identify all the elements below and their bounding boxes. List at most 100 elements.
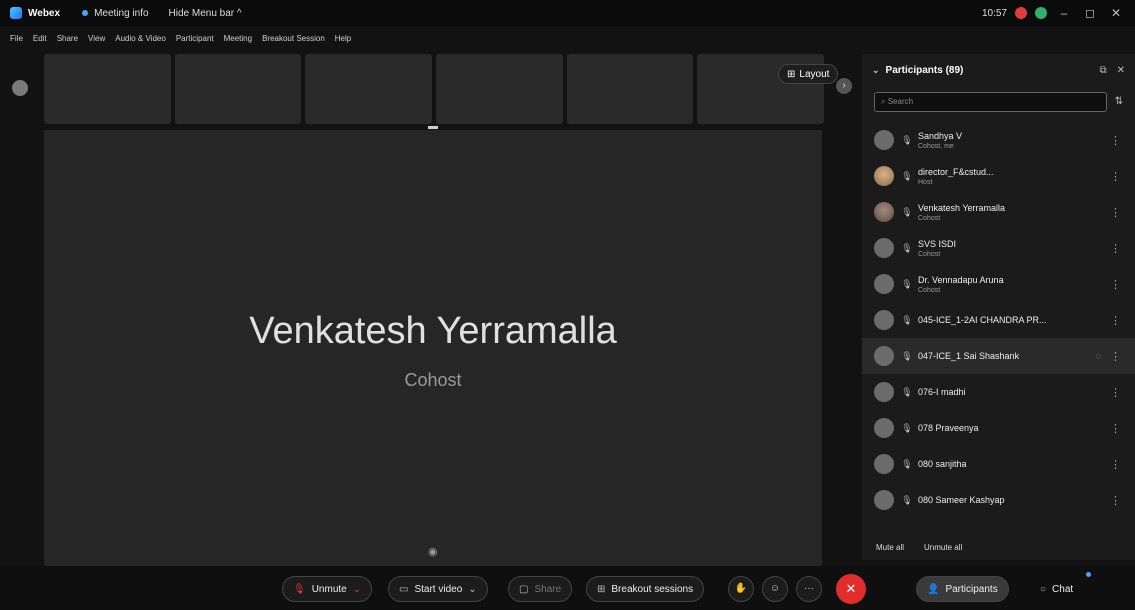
recording-icon[interactable] <box>1015 7 1027 19</box>
menu-file[interactable]: File <box>10 34 23 48</box>
menu-participant[interactable]: Participant <box>176 34 214 48</box>
more-options-icon[interactable]: ⋮ <box>1110 350 1121 363</box>
chevron-down-icon[interactable]: ⌄ <box>468 584 476 595</box>
menu-audio-video[interactable]: Audio & Video <box>115 34 166 48</box>
more-options-icon[interactable]: ⋮ <box>1110 170 1121 183</box>
close-panel-icon[interactable]: ✕ <box>1117 65 1125 76</box>
participant-row[interactable]: 🎙 078 Praveenya ⋮ <box>862 410 1135 446</box>
avatar <box>874 382 894 402</box>
collapse-chevron-icon[interactable]: ⌄ <box>872 65 880 76</box>
search-placeholder: Search <box>887 97 914 106</box>
more-options-icon[interactable]: ⋮ <box>1110 314 1121 327</box>
breakout-sessions-button[interactable]: ⊞ Breakout sessions <box>586 576 705 602</box>
layout-icon: ⊞ <box>787 68 796 80</box>
more-options-icon[interactable]: ⋮ <box>1110 206 1121 219</box>
mic-muted-icon: 🎙 <box>901 278 913 289</box>
minimize-icon[interactable]: – <box>1055 6 1073 20</box>
participant-search-input[interactable]: ⌕ Search <box>874 92 1107 112</box>
participant-name: 076-I madhi <box>918 387 966 397</box>
video-icon[interactable]: ◌ <box>1096 351 1101 361</box>
participants-panel: ⌄ Participants (89) ⧉ ✕ ⌕ Search ⇅ 🎙 San… <box>862 54 1135 560</box>
meeting-controls-bar: 🎙 Unmute ⌄ ▭ Start video ⌄ ▢ Share ⊞ Bre… <box>0 566 1135 610</box>
webex-window: Webex Meeting info Hide Menu bar ^ 10:57… <box>0 0 1135 610</box>
participant-thumbnail-strip <box>44 54 825 124</box>
participant-thumbnail[interactable] <box>436 54 563 124</box>
mic-muted-icon: 🎙 <box>901 170 913 181</box>
mic-icon: 🎙 <box>901 350 913 361</box>
more-options-icon[interactable]: ⋮ <box>1110 134 1121 147</box>
more-options-icon[interactable]: ⋮ <box>1110 422 1121 435</box>
participant-row[interactable]: 🎙 SVS ISDI Cohost ⋮ <box>862 230 1135 266</box>
share-button[interactable]: ▢ Share <box>508 576 573 602</box>
mute-all-button[interactable]: Mute all <box>876 543 904 552</box>
app-name: Webex <box>28 7 61 19</box>
sort-icon[interactable]: ⇅ <box>1115 96 1123 107</box>
more-options-icon[interactable]: ⋮ <box>1110 386 1121 399</box>
participant-role: Host <box>918 178 933 186</box>
start-video-button[interactable]: ▭ Start video ⌄ <box>388 576 488 602</box>
hide-menu-bar-button[interactable]: Hide Menu bar ^ <box>169 8 242 19</box>
participants-title: Participants (89) <box>885 64 964 76</box>
menu-meeting[interactable]: Meeting <box>224 34 252 48</box>
strip-prev-icon[interactable] <box>12 80 28 96</box>
participant-row[interactable]: 🎙 080 sanjitha ⋮ <box>862 446 1135 482</box>
participant-name: Venkatesh Yerramalla <box>918 202 1006 213</box>
maximize-icon[interactable]: ◻ <box>1081 6 1099 20</box>
speaker-role: Cohost <box>404 370 462 390</box>
status-icon[interactable] <box>1035 7 1047 19</box>
more-options-icon[interactable]: ⋮ <box>1110 242 1121 255</box>
participant-row[interactable]: 🎙 director_F&cstud... Host ⋮ <box>862 158 1135 194</box>
mic-muted-icon: 🎙 <box>293 583 306 595</box>
strip-next-icon[interactable]: › <box>836 78 852 94</box>
chat-button[interactable]: ○ Chat <box>1030 576 1083 602</box>
menu-edit[interactable]: Edit <box>33 34 47 48</box>
avatar <box>874 454 894 474</box>
more-options-icon[interactable]: ⋮ <box>1110 494 1121 507</box>
participant-row[interactable]: 🎙 076-I madhi ⋮ <box>862 374 1135 410</box>
meeting-time: 10:57 <box>981 7 1007 19</box>
avatar <box>874 202 894 222</box>
popout-icon[interactable]: ⧉ <box>1099 65 1106 76</box>
webex-logo-icon <box>10 7 22 19</box>
mic-icon: 🎙 <box>901 314 913 325</box>
breakout-icon: ⊞ <box>597 583 606 595</box>
mic-muted-icon: 🎙 <box>901 134 913 145</box>
raise-hand-icon[interactable]: ✋ <box>728 576 754 602</box>
start-video-label: Start video <box>414 583 463 595</box>
avatar <box>874 238 894 258</box>
participants-button[interactable]: 👤 Participants <box>916 576 1009 602</box>
participant-thumbnail[interactable] <box>174 54 302 124</box>
more-options-icon[interactable]: ⋮ <box>1110 458 1121 471</box>
chevron-down-icon[interactable]: ⌄ <box>353 584 361 595</box>
participant-row[interactable]: 🎙 047-ICE_1 Sai Shashank ◌ ⋮ <box>862 338 1135 374</box>
menu-view[interactable]: View <box>88 34 105 48</box>
participant-thumbnail[interactable] <box>44 54 171 124</box>
menu-share[interactable]: Share <box>57 34 78 48</box>
search-icon: ⌕ <box>881 97 888 106</box>
participant-thumbnail[interactable] <box>566 54 694 124</box>
menu-breakout-session[interactable]: Breakout Session <box>262 34 325 48</box>
participant-name: Dr. Vennadapu Aruna <box>918 274 1004 285</box>
unmute-all-button[interactable]: Unmute all <box>924 543 962 552</box>
participant-row[interactable]: 🎙 Venkatesh Yerramalla Cohost ⋮ <box>862 194 1135 230</box>
participant-row[interactable]: 🎙 045-ICE_1-2AI CHANDRA PR... ⋮ <box>862 302 1135 338</box>
more-options-icon[interactable]: ⋮ <box>1110 278 1121 291</box>
active-speaker-stage: Venkatesh Yerramalla Cohost ◉ <box>44 130 822 566</box>
participant-row[interactable]: 🎙 Sandhya V Cohost, me ⋮ <box>862 122 1135 158</box>
leave-meeting-button[interactable]: ✕ <box>836 574 866 604</box>
reactions-icon[interactable]: ☺ <box>762 576 788 602</box>
more-icon[interactable]: ··· <box>796 576 822 602</box>
layout-button[interactable]: ⊞ Layout <box>778 64 839 84</box>
participant-row[interactable]: 🎙 080 Sameer Kashyap ⋮ <box>862 482 1135 518</box>
participant-thumbnail[interactable] <box>305 54 433 124</box>
meeting-info-button[interactable]: Meeting info <box>94 8 148 19</box>
participant-role: Cohost <box>918 286 941 294</box>
avatar <box>874 490 894 510</box>
strip-resize-handle[interactable] <box>428 126 438 129</box>
participant-row[interactable]: 🎙 Dr. Vennadapu Aruna Cohost ⋮ <box>862 266 1135 302</box>
participants-label: Participants <box>945 583 998 595</box>
menu-help[interactable]: Help <box>335 34 351 48</box>
participants-panel-footer: Mute all Unmute all <box>876 543 962 552</box>
unmute-button[interactable]: 🎙 Unmute ⌄ <box>282 576 373 602</box>
close-icon[interactable]: ✕ <box>1107 6 1125 20</box>
